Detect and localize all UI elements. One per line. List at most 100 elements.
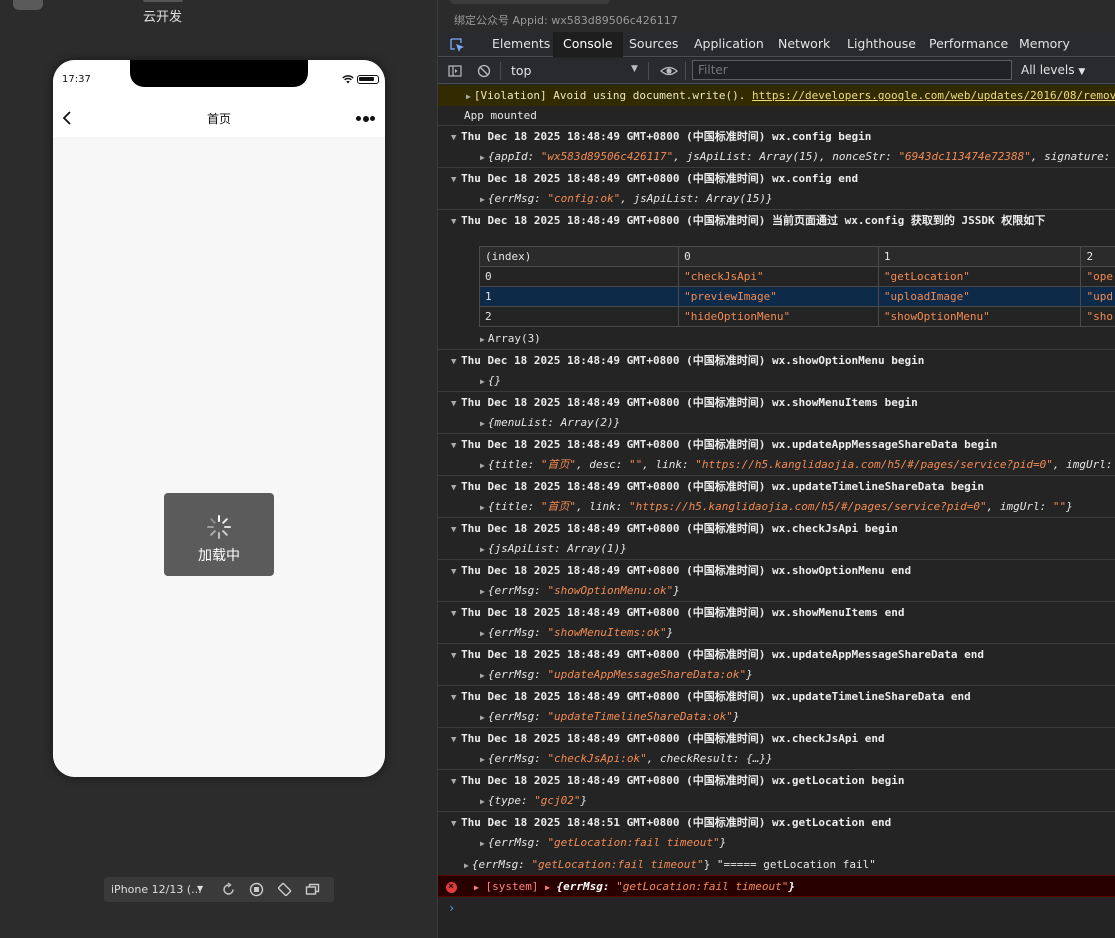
violation-link[interactable]: https://developers.google.com/web/update… — [752, 89, 1115, 102]
stop-icon[interactable] — [249, 882, 264, 897]
context-select[interactable]: top — [511, 63, 531, 78]
log-object[interactable]: ▶ {menuList: Array(2)} — [438, 412, 1115, 433]
log-timestamp: Thu Dec 18 2025 18:48:49 GMT+0800 (中国标准时… — [461, 480, 766, 493]
console-error[interactable]: ▶ [system] ▶ {errMsg: "getLocation:fail … — [438, 875, 1115, 897]
table-row[interactable]: 0 "checkJsApi" "getLocation" "ope — [478, 266, 1115, 287]
log-group-header[interactable]: ▼ Thu Dec 18 2025 18:48:49 GMT+0800 (中国标准… — [438, 167, 1115, 188]
inspect-element-icon[interactable] — [449, 37, 465, 53]
log-group-header[interactable]: ▼ Thu Dec 18 2025 18:48:49 GMT+0800 (中国标准… — [438, 601, 1115, 622]
status-time: 17:37 — [62, 74, 91, 85]
table-header[interactable]: 0 — [678, 246, 879, 267]
violation-text: [Violation] Avoid using document.write()… — [473, 89, 752, 102]
cloud-dev-icon[interactable] — [13, 0, 43, 10]
log-object[interactable]: ▶ {errMsg: "config:ok", jsApiList: Array(… — [438, 188, 1115, 209]
table-header[interactable]: 1 — [877, 246, 1082, 267]
more-menu-icon[interactable] — [356, 115, 376, 122]
tab-performance[interactable]: Performance — [919, 32, 1018, 57]
tab-network[interactable]: Network — [768, 32, 840, 57]
log-object[interactable]: ▶{} — [438, 370, 1115, 391]
tab-console[interactable]: Console — [553, 32, 623, 57]
log-group-header[interactable]: ▼ Thu Dec 18 2025 18:48:49 GMT+0800 (中国标准… — [438, 727, 1115, 748]
log-group-title: wx.showOptionMenu end — [772, 564, 912, 577]
phone-notch — [130, 60, 308, 87]
battery-icon — [357, 75, 379, 84]
tab-memory[interactable]: Memory — [1009, 32, 1080, 57]
tab-application[interactable]: Application — [684, 32, 774, 57]
console-violation[interactable]: ▶ [Violation] Avoid using document.write(… — [438, 85, 1115, 106]
log-group-title: wx.showMenuItems end — [772, 606, 905, 619]
console-toolbar: top ▼ All levels ▼ — [438, 58, 1115, 84]
log-timestamp: Thu Dec 18 2025 18:48:49 GMT+0800 (中国标准时… — [461, 648, 766, 661]
chevron-down-icon[interactable]: ▼ — [197, 884, 203, 893]
table-cell: "checkJsApi" — [678, 266, 879, 287]
log-object[interactable]: ▶ {errMsg: "updateTimelineShareData:ok"} — [438, 706, 1115, 727]
errmsg-value: "getLocation:fail timeout" — [531, 858, 704, 871]
log-group-header[interactable]: ▼ Thu Dec 18 2025 18:48:49 GMT+0800 (中国标准… — [438, 769, 1115, 790]
tab-sources[interactable]: Sources — [619, 32, 688, 57]
toolbar-divider — [500, 62, 501, 80]
log-group-header[interactable]: ▼ Thu Dec 18 2025 18:48:49 GMT+0800 (中国标准… — [438, 391, 1115, 412]
log-object[interactable]: ▶ {errMsg: "getLocation:fail timeout"} — [438, 832, 1115, 853]
log-group-title: 当前页面通过 wx.config 获取到的 JSSDK 权限如下 — [772, 214, 1046, 227]
table-cell: "hideOptionMenu" — [678, 306, 879, 327]
log-array[interactable]: ▶ Array(3) — [438, 328, 1115, 349]
log-group-header[interactable]: ▼ Thu Dec 18 2025 18:48:49 GMT+0800 (中国标准… — [438, 517, 1115, 538]
expand-triangle-icon[interactable]: ▶ — [474, 883, 479, 892]
console-prompt[interactable]: › — [438, 898, 1115, 918]
log-group-header[interactable]: ▼ Thu Dec 18 2025 18:48:49 GMT+0800 (中国标准… — [438, 643, 1115, 664]
system-tag: [system] — [485, 880, 539, 893]
error-icon — [446, 876, 457, 896]
log-object[interactable]: ▶ {appId: "wx583d89506c426117", jsApiList… — [438, 146, 1115, 167]
log-group-header[interactable]: ▼ Thu Dec 18 2025 18:48:49 GMT+0800 (中国标准… — [438, 685, 1115, 706]
log-timestamp: Thu Dec 18 2025 18:48:49 GMT+0800 (中国标准时… — [461, 522, 766, 535]
log-object[interactable]: ▶ {title: "首页", link: "https://h5.kanglid… — [438, 496, 1115, 517]
cloud-dev-label[interactable]: 云开发 — [143, 6, 182, 25]
rotate-device-icon[interactable] — [277, 882, 292, 897]
log-object[interactable]: ▶ {type: "gcj02"} — [438, 790, 1115, 811]
rotate-icon[interactable] — [221, 882, 236, 897]
log-group-header[interactable]: ▼ Thu Dec 18 2025 18:48:49 GMT+0800 (中国标准… — [438, 125, 1115, 146]
simulator-topbar: 云开发 — [0, 0, 437, 30]
tab-elements[interactable]: Elements — [482, 32, 560, 57]
log-group-title: wx.config begin — [772, 130, 872, 143]
tab-lighthouse[interactable]: Lighthouse — [837, 32, 926, 57]
log-object[interactable]: ▶ {title: "首页", desc: "", link: "https://… — [438, 454, 1115, 475]
log-group-header[interactable]: ▼ Thu Dec 18 2025 18:48:51 GMT+0800 (中国标准… — [438, 811, 1115, 832]
console-log-app-mounted: App mounted — [438, 105, 1115, 126]
log-object[interactable]: ▶ {errMsg: "showMenuItems:ok"} — [438, 622, 1115, 643]
appid-bar: 绑定公众号 Appid: wx583d89506c426117 — [438, 0, 1115, 32]
expand-triangle-icon[interactable]: ▶ — [545, 883, 550, 892]
filter-input[interactable] — [692, 60, 1012, 80]
loading-text: 加载中 — [198, 548, 240, 564]
multi-window-icon[interactable] — [305, 882, 320, 897]
log-object[interactable]: ▶ {jsApiList: Array(1)} — [438, 538, 1115, 559]
table-header[interactable]: (index) — [478, 246, 680, 267]
log-timestamp: Thu Dec 18 2025 18:48:51 GMT+0800 (中国标准时… — [461, 816, 766, 829]
log-group-title: wx.getLocation begin — [772, 774, 905, 787]
log-group-header[interactable]: ▼ Thu Dec 18 2025 18:48:49 GMT+0800 (中国标准… — [438, 559, 1115, 580]
table-header[interactable]: 2 — [1080, 246, 1115, 267]
log-timestamp: Thu Dec 18 2025 18:48:49 GMT+0800 (中国标准时… — [461, 732, 766, 745]
clear-console-icon[interactable] — [477, 64, 491, 78]
log-object[interactable]: ▶ {errMsg: "showOptionMenu:ok"} — [438, 580, 1115, 601]
table-cell: 1 — [478, 286, 680, 307]
simulator-toolbar: iPhone 12/13 (... ▼ — [104, 877, 334, 902]
array-label: Array(3) — [487, 332, 541, 345]
table-row[interactable]: 2 "hideOptionMenu" "showOptionMenu" "sho — [478, 306, 1115, 327]
log-object[interactable]: ▶ {errMsg: "checkJsApi:ok", checkResult: … — [438, 748, 1115, 769]
log-group-title: wx.checkJsApi end — [772, 732, 885, 745]
device-select[interactable]: iPhone 12/13 (... — [111, 883, 202, 896]
sidebar-toggle-icon[interactable] — [448, 64, 462, 78]
eye-icon[interactable] — [660, 64, 678, 78]
log-group-header[interactable]: ▼ Thu Dec 18 2025 18:48:49 GMT+0800 (中国标准… — [438, 475, 1115, 496]
log-getlocation-fail[interactable]: ▶ {errMsg: "getLocation:fail timeout"} "=… — [438, 854, 1115, 875]
table-row[interactable]: 1 "previewImage" "uploadImage" "upd — [478, 286, 1115, 307]
log-timestamp: Thu Dec 18 2025 18:48:49 GMT+0800 (中国标准时… — [461, 214, 766, 227]
log-levels-select[interactable]: All levels ▼ — [1021, 63, 1085, 77]
log-group-title: wx.updateTimelineShareData end — [772, 690, 971, 703]
log-group-header[interactable]: ▼ Thu Dec 18 2025 18:48:49 GMT+0800 (中国标准… — [438, 209, 1115, 230]
log-object[interactable]: ▶ {errMsg: "updateAppMessageShareData:ok"… — [438, 664, 1115, 685]
log-group-header[interactable]: ▼ Thu Dec 18 2025 18:48:49 GMT+0800 (中国标准… — [438, 349, 1115, 370]
chevron-down-icon[interactable]: ▼ — [631, 64, 638, 74]
log-group-header[interactable]: ▼ Thu Dec 18 2025 18:48:49 GMT+0800 (中国标准… — [438, 433, 1115, 454]
